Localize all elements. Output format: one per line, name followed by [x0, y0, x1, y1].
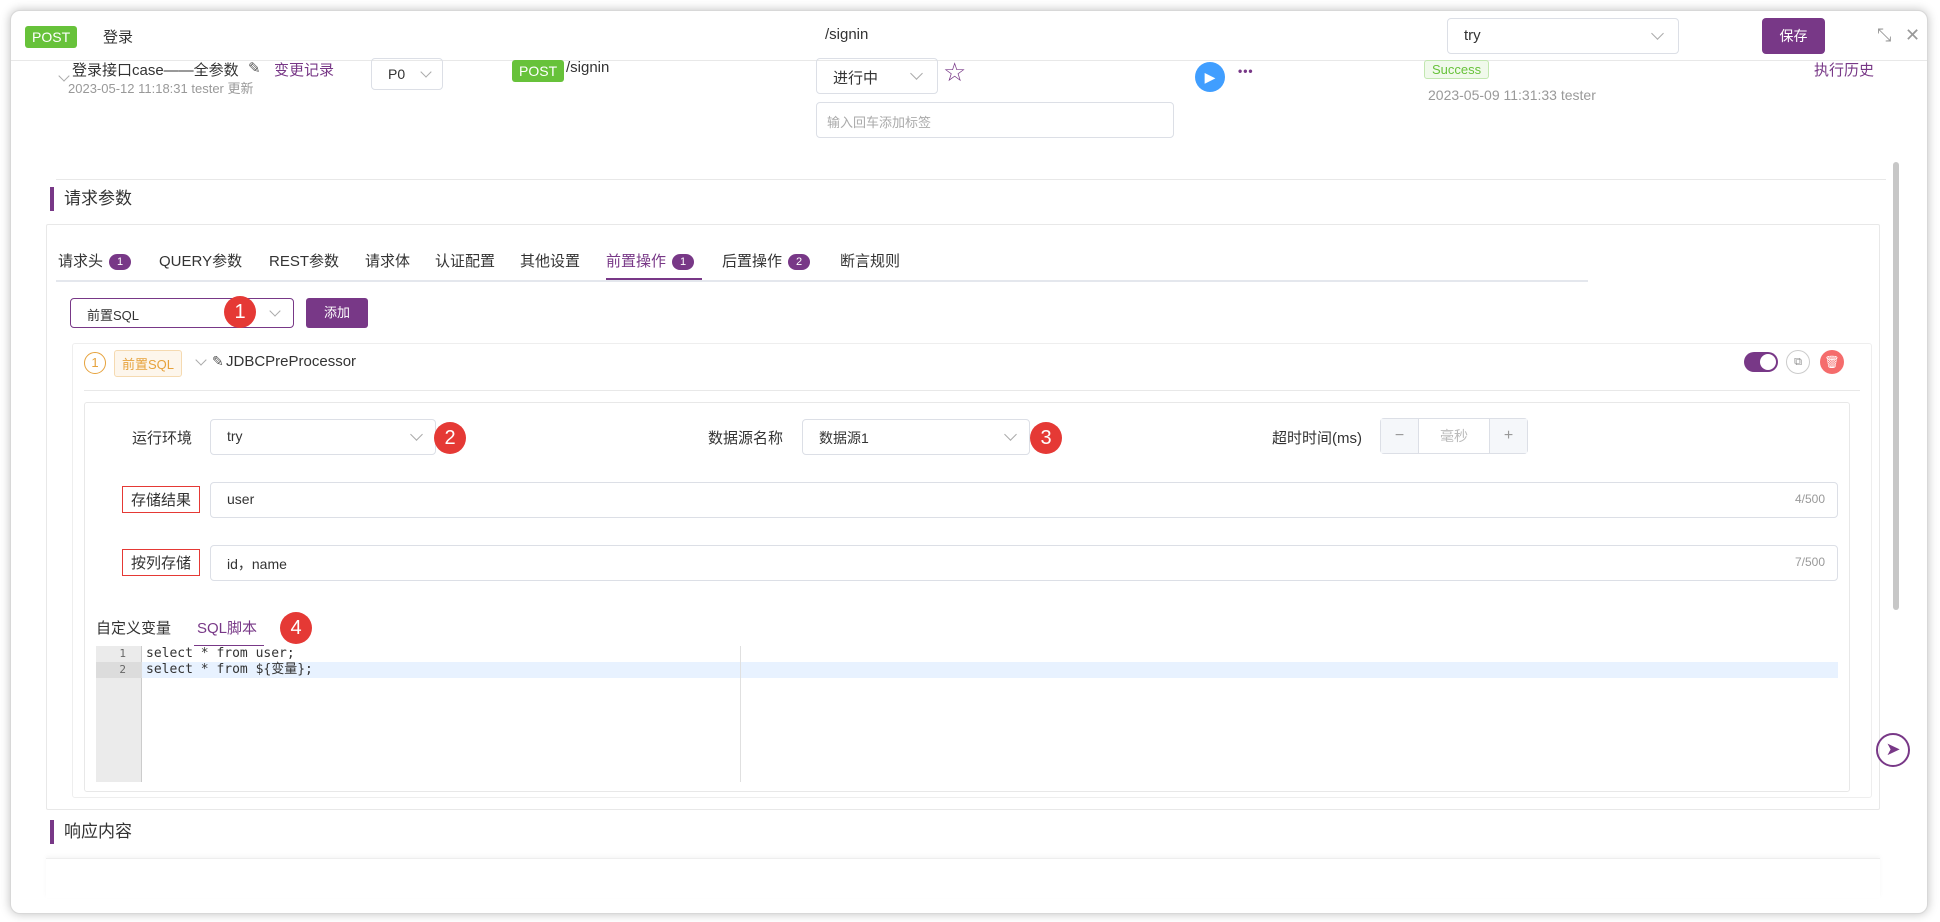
- subtab-custom-vars[interactable]: 自定义变量: [96, 617, 171, 638]
- timeout-stepper: − 毫秒 +: [1380, 418, 1528, 454]
- more-icon[interactable]: •••: [1238, 62, 1254, 80]
- environment-select[interactable]: try: [1447, 18, 1679, 54]
- star-icon[interactable]: ☆: [943, 59, 966, 85]
- response-title: 响应内容: [50, 820, 132, 844]
- code-line: select * from ${变量};: [146, 662, 313, 677]
- method-badge: POST: [25, 26, 78, 48]
- execution-history-link[interactable]: 执行历史: [1814, 59, 1874, 80]
- store-columns-input[interactable]: id，name 7/500: [210, 545, 1838, 581]
- timeout-label: 超时时间(ms): [1272, 430, 1362, 447]
- store-result-value: user: [227, 491, 255, 507]
- chevron-down-icon: [910, 67, 923, 80]
- datasource-value: 数据源1: [819, 430, 869, 446]
- add-button[interactable]: 添加: [306, 298, 368, 328]
- decrease-button[interactable]: −: [1381, 419, 1419, 453]
- priority-value: P0: [388, 66, 406, 82]
- environment-select-value: try: [1464, 27, 1481, 44]
- priority-select[interactable]: P0: [371, 58, 443, 90]
- char-counter: 4/500: [1794, 492, 1825, 506]
- divider: [84, 390, 1860, 391]
- change-log-link[interactable]: 变更记录: [274, 59, 334, 80]
- minimize-icon[interactable]: ⤡: [1877, 26, 1891, 44]
- divider: [56, 179, 1886, 180]
- store-result-input[interactable]: user 4/500: [210, 482, 1838, 518]
- title-bar: POST 登录 /signin try 保存 ⤡ ✕: [11, 11, 1927, 61]
- sql-editor[interactable]: 1 2 select * from user; select * from ${…: [96, 646, 1838, 782]
- case-name: 登录接口case——全参数: [72, 62, 239, 79]
- line-number: 1: [119, 647, 126, 660]
- count-badge: 1: [109, 254, 132, 270]
- copy-icon[interactable]: ⧉: [1786, 350, 1810, 374]
- code-line: select * from user;: [146, 646, 295, 661]
- tab-other-settings[interactable]: 其他设置: [520, 250, 580, 271]
- pre-op-type-value: 前置SQL: [87, 308, 140, 323]
- params-tabs: 请求头 1 QUERY参数 REST参数 请求体 认证配置 其他设置 前置操作 1 …: [56, 238, 1588, 282]
- run-env-select[interactable]: try: [210, 419, 436, 455]
- editor-active-line: [142, 662, 1838, 678]
- tab-rest[interactable]: REST参数: [269, 250, 339, 271]
- play-icon[interactable]: ▶: [1195, 62, 1225, 92]
- line-number: 2: [119, 663, 126, 676]
- tab-auth[interactable]: 认证配置: [435, 250, 495, 271]
- timeout-input[interactable]: 毫秒: [1419, 419, 1489, 453]
- increase-button[interactable]: +: [1489, 419, 1527, 453]
- annotation-marker-1: 1: [224, 296, 256, 328]
- pre-op-type-select[interactable]: 前置SQL: [70, 298, 294, 328]
- active-tab-indicator: [606, 278, 702, 280]
- status-value: 进行中: [833, 70, 879, 87]
- request-method-badge: POST: [512, 60, 565, 82]
- annotation-marker-4: 4: [280, 612, 312, 644]
- chevron-down-icon: [1651, 27, 1664, 40]
- annotation-marker-2: 2: [434, 422, 466, 454]
- api-path: /signin: [825, 26, 869, 43]
- char-counter: 7/500: [1794, 555, 1825, 569]
- processor-index: 1: [84, 352, 106, 374]
- chevron-down-icon: [420, 66, 432, 78]
- tab-pre-ops[interactable]: 前置操作 1: [606, 250, 695, 271]
- delete-icon[interactable]: 🗑: [1820, 350, 1844, 374]
- edit-icon[interactable]: ✎: [212, 353, 224, 370]
- status-select[interactable]: 进行中: [816, 58, 938, 94]
- datasource-label: 数据源名称: [708, 430, 784, 447]
- case-updated-meta: 2023-05-12 11:18:31 tester 更新: [68, 81, 254, 96]
- store-result-label: 存储结果: [122, 486, 201, 513]
- save-button[interactable]: 保存: [1762, 18, 1825, 54]
- count-badge: 2: [788, 254, 811, 270]
- tab-body[interactable]: 请求体: [365, 250, 410, 271]
- annotation-marker-3: 3: [1030, 422, 1062, 454]
- result-meta: 2023-05-09 11:31:33 tester: [1428, 87, 1596, 103]
- run-env-value: try: [227, 428, 243, 444]
- tab-query[interactable]: QUERY参数: [159, 250, 242, 271]
- processor-type-tag: 前置SQL: [114, 350, 183, 377]
- request-params-title: 请求参数: [50, 187, 132, 211]
- env-label: 运行环境: [132, 430, 193, 447]
- store-columns-label: 按列存储: [122, 549, 201, 576]
- result-badge: Success: [1424, 60, 1490, 79]
- tab-post-ops[interactable]: 后置操作 2: [722, 250, 811, 271]
- processor-name: JDBCPreProcessor: [226, 353, 357, 370]
- request-path: /signin: [566, 59, 610, 76]
- subtab-sql-script[interactable]: SQL脚本: [197, 617, 257, 638]
- enable-toggle[interactable]: [1744, 352, 1778, 372]
- tab-label: 请求头: [58, 253, 104, 270]
- tab-label: 后置操作: [722, 253, 783, 270]
- tab-headers[interactable]: 请求头 1: [58, 250, 132, 271]
- edit-icon[interactable]: ✎: [248, 59, 261, 77]
- print-margin: [740, 646, 741, 782]
- compass-icon[interactable]: ➤: [1876, 733, 1910, 767]
- chevron-down-icon: [1004, 428, 1017, 441]
- api-name: 登录: [103, 29, 134, 46]
- vertical-scrollbar[interactable]: [1893, 162, 1899, 610]
- response-panel: [46, 858, 1880, 898]
- tag-input[interactable]: 输入回车添加标签: [816, 102, 1174, 138]
- datasource-select[interactable]: 数据源1: [802, 419, 1030, 455]
- close-icon[interactable]: ✕: [1905, 26, 1920, 44]
- chevron-down-icon: [269, 305, 281, 317]
- store-columns-value: id，name: [227, 556, 287, 572]
- count-badge: 1: [672, 254, 695, 270]
- chevron-down-icon: [410, 428, 423, 441]
- tab-label: 前置操作: [606, 253, 667, 270]
- tab-assertions[interactable]: 断言规则: [840, 250, 900, 271]
